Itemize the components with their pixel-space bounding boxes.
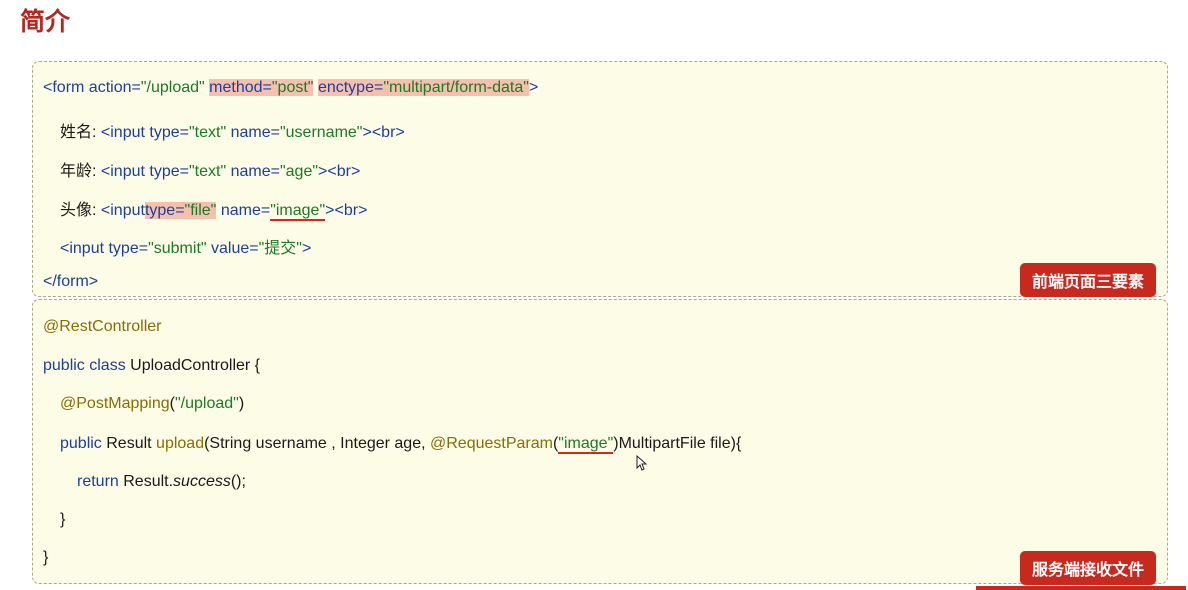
avatar-type-value: "file" (184, 202, 217, 219)
rest-controller-annotation: @RestController (43, 318, 162, 335)
method-close-line: } (60, 511, 65, 529)
page-title: 简介 (20, 7, 71, 36)
name-type-attr: type= (149, 124, 189, 141)
submit-input-close: > (301, 240, 312, 257)
submit-input-tag: <input (60, 240, 109, 257)
avatar-input-line: 头像: <inputtype="file" name="image"><br> (60, 196, 368, 221)
age-input-line: 年龄: <input type="text" name="age"><br> (60, 157, 360, 181)
name-name-value: "username" (279, 124, 363, 141)
avatar-name-attr: name= (220, 202, 271, 219)
submit-input-line: <input type="submit" value="提交"> (60, 234, 311, 258)
return-statement-line: return Result.success(); (77, 473, 246, 491)
enctype-attr: enctype= (317, 79, 384, 96)
return-object: Result. (123, 473, 174, 490)
name-input-tail: ><br> (362, 124, 405, 141)
form-close-line: </form> (43, 273, 98, 291)
name-type-value: "text" (188, 124, 227, 141)
name-input-tag: <input (100, 124, 150, 141)
backend-receive-file-tag: 服务端接收文件 (1019, 551, 1156, 585)
name-input-line: 姓名: <input type="text" name="username"><… (60, 118, 405, 142)
class-declaration-line: public class UploadController { (43, 357, 260, 375)
age-type-value: "text" (188, 163, 227, 180)
name-name-attr: name= (230, 124, 280, 141)
method-params: (String username , Integer age, (204, 435, 430, 452)
submit-value-value: "提交" (258, 240, 302, 257)
return-tail: (); (230, 473, 246, 490)
mouse-cursor-icon (636, 454, 648, 475)
method-value: "post" (271, 79, 314, 96)
method-attr: method= (209, 79, 272, 96)
request-param-annotation: @RequestParam (430, 435, 553, 452)
submit-type-value: "submit" (148, 240, 207, 257)
return-keyword: return (77, 473, 124, 490)
file-type-highlight: type="file" (144, 202, 217, 219)
frontend-three-elements-tag: 前端页面三要素 (1019, 263, 1156, 297)
form-close-tag: </form> (43, 273, 99, 290)
age-input-tail: ><br> (318, 163, 361, 180)
age-input-tag: <input (100, 163, 150, 180)
backend-code-panel: @RestController public class UploadContr… (32, 299, 1168, 585)
form-open-tag: <form (43, 79, 89, 96)
submit-value-attr: value= (211, 240, 259, 257)
method-public-keyword: public (60, 435, 107, 452)
class-keyword: public class (43, 357, 131, 374)
enctype-value: "multipart/form-data" (383, 79, 529, 96)
request-param-underline: "image" (558, 435, 614, 454)
age-label: 年龄: (60, 163, 101, 180)
class-name: UploadController { (130, 357, 261, 374)
submit-type-attr: type= (108, 240, 149, 257)
avatar-name-value: image (275, 202, 320, 219)
success-call: success (173, 473, 231, 490)
post-mapping-annotation: @PostMapping (60, 395, 170, 412)
age-name-value: "age" (279, 163, 319, 180)
age-type-attr: type= (149, 163, 189, 180)
class-close-brace: } (43, 549, 49, 566)
method-close-brace: } (60, 511, 66, 528)
method-declaration-line: public Result upload(String username , I… (60, 435, 742, 454)
post-mapping-line: @PostMapping("/upload") (60, 395, 244, 413)
avatar-input-tail: ><br> (325, 202, 368, 219)
post-mapping-path: "/upload" (174, 395, 239, 412)
class-close-line: } (43, 549, 48, 567)
action-attr: action= (88, 79, 141, 96)
image-name-underline: "image" (270, 202, 326, 221)
request-param-value: image (563, 435, 608, 452)
method-highlight: method="post" (209, 79, 314, 96)
rest-controller-line: @RestController (43, 318, 162, 336)
avatar-label: 头像: (60, 202, 101, 219)
method-params-tail: )MultipartFile file){ (613, 435, 742, 452)
method-name: upload (156, 435, 205, 452)
form-open-close-bracket: > (528, 79, 539, 96)
avatar-input-tag: <input (100, 202, 145, 219)
age-name-attr: name= (230, 163, 280, 180)
enctype-highlight: enctype="multipart/form-data" (317, 79, 529, 96)
avatar-type-attr: type= (144, 202, 185, 219)
post-mapping-close: ) (238, 395, 245, 412)
form-open-line: <form action="/upload" method="post" enc… (43, 79, 538, 97)
name-label: 姓名: (60, 124, 101, 141)
frontend-code-panel: <form action="/upload" method="post" enc… (32, 61, 1168, 297)
action-value: "/upload" (140, 79, 205, 96)
method-return-type: Result (106, 435, 157, 452)
bottom-accent-bar (976, 586, 1186, 590)
